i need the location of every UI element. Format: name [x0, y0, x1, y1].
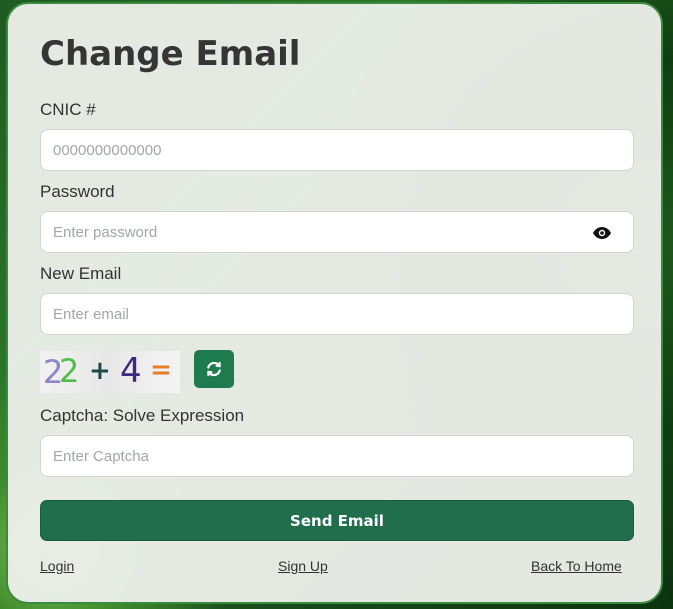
password-label: Password: [40, 182, 115, 201]
login-link[interactable]: Login: [40, 558, 74, 574]
eye-icon[interactable]: [591, 225, 613, 241]
captcha-input[interactable]: [40, 435, 634, 477]
change-email-card: Change Email CNIC # Password New Email 2…: [6, 2, 663, 604]
captcha-digit-3: 4: [120, 351, 142, 391]
signup-link[interactable]: Sign Up: [278, 558, 328, 574]
captcha-equals: =: [150, 355, 172, 385]
new-email-label: New Email: [40, 264, 122, 283]
cnic-label: CNIC #: [40, 100, 96, 119]
captcha-image: 2 2 + 4 =: [40, 351, 180, 393]
cnic-input[interactable]: [40, 129, 634, 171]
captcha-operator: +: [89, 356, 111, 386]
page-title: Change Email: [40, 34, 301, 74]
captcha-refresh-button[interactable]: [194, 350, 234, 388]
new-email-input[interactable]: [40, 293, 634, 335]
refresh-icon: [207, 361, 221, 377]
captcha-digit-2: 2: [59, 352, 80, 390]
password-input[interactable]: [40, 211, 634, 253]
captcha-label: Captcha: Solve Expression: [40, 406, 245, 425]
back-to-home-link[interactable]: Back To Home: [531, 558, 622, 574]
send-email-button[interactable]: Send Email: [40, 500, 634, 541]
